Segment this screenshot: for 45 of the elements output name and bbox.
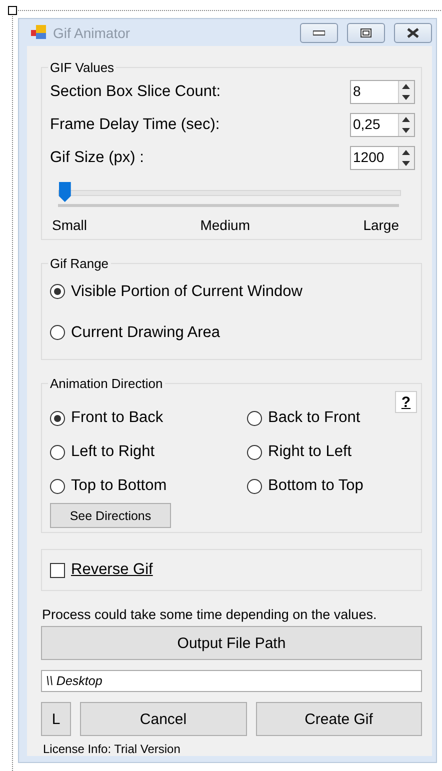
dialog-button[interactable]: L [41,702,71,736]
info-text: Process could take some time depending on the values. [42,607,378,622]
reverse-gif-checkbox[interactable]: Reverse Gif [50,560,413,580]
down-arrow-icon[interactable] [402,128,410,132]
dialog-button[interactable]: Cancel [80,702,246,736]
maximize-icon [360,28,372,38]
radio-option[interactable]: Current Drawing Area [50,312,415,353]
group-title: GIF Values [49,60,116,75]
up-arrow-icon[interactable] [402,116,410,122]
radio-option[interactable]: Front to Back [50,401,247,435]
radio-option[interactable]: Right to Left [247,435,415,469]
help-button[interactable]: ? [395,391,417,413]
output-path-field[interactable]: \\ Desktop [41,670,422,692]
radio-option[interactable]: Visible Portion of Current Window [50,271,415,312]
number-spinner[interactable]: 0,25 [350,112,415,136]
see-directions-button[interactable]: See Directions [50,503,171,528]
size-slider[interactable] [58,182,401,204]
dialog-button[interactable]: Create Gif [256,702,422,736]
field-label: Section Box Slice Count: [50,82,221,100]
selection-handle[interactable] [8,6,17,15]
field-label: Frame Delay Time (sec): [50,116,220,134]
app-icon [30,25,47,40]
radio-option[interactable]: Left to Right [50,435,247,469]
number-spinner[interactable]: 8 [350,80,415,104]
maximize-button[interactable] [347,22,385,42]
license-text: License Info: Trial Version [43,742,182,756]
group-title: Animation Direction [49,376,164,391]
slider-label: Small [52,217,88,233]
number-spinner[interactable]: 1200 [350,146,415,170]
radio-option[interactable]: Top to Bottom [50,469,247,503]
group-title: Gif Range [49,256,110,271]
close-button[interactable] [394,22,432,42]
minimize-button[interactable] [300,22,338,42]
slider-label: Medium [200,217,250,233]
close-icon [406,28,420,38]
slider-label: Large [363,217,399,233]
radio-option[interactable]: Bottom to Top [247,469,415,503]
down-arrow-icon[interactable] [402,94,410,100]
field-label: Gif Size (px) : [50,148,144,166]
minimize-icon [313,30,325,36]
up-arrow-icon[interactable] [402,84,410,88]
output-file-path-button[interactable]: Output File Path [41,626,422,660]
window-title: Gif Animator [53,24,132,40]
down-arrow-icon[interactable] [402,160,410,166]
up-arrow-icon[interactable] [402,150,410,154]
